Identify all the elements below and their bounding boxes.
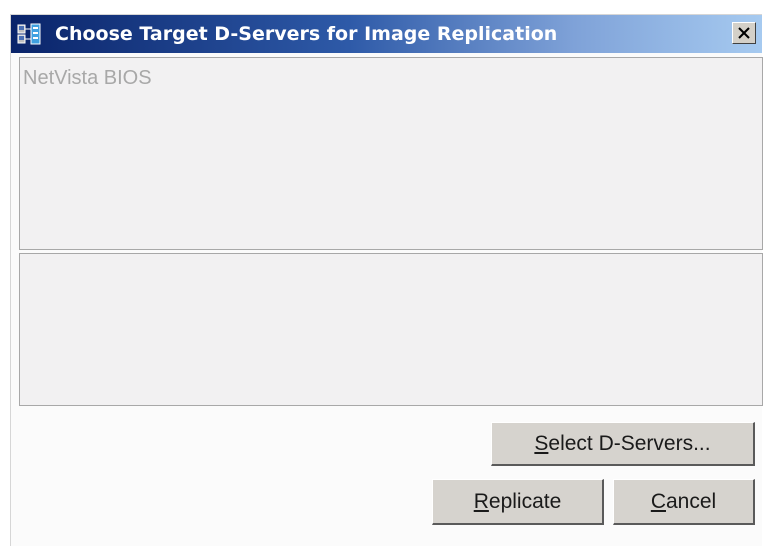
close-icon	[738, 27, 750, 39]
button-label: eplicate	[488, 489, 562, 513]
button-label: ancel	[665, 489, 717, 513]
window-title: Choose Target D-Servers for Image Replic…	[55, 23, 558, 45]
mnemonic-letter: C	[650, 489, 666, 513]
network-servers-icon	[17, 23, 47, 45]
list-item[interactable]: NetVista BIOS	[23, 66, 152, 90]
image-list-panel[interactable]: NetVista BIOS	[19, 57, 763, 250]
target-servers-panel[interactable]	[19, 253, 763, 406]
cancel-button[interactable]: Cancel	[613, 479, 755, 525]
replicate-button[interactable]: Replicate	[432, 479, 604, 525]
select-d-servers-button[interactable]: Select D-Servers...	[491, 422, 755, 466]
mnemonic-letter: R	[473, 489, 489, 513]
mnemonic-letter: S	[534, 431, 549, 455]
button-label: elect D-Servers...	[548, 431, 711, 455]
close-button[interactable]	[732, 22, 756, 44]
replication-dialog: Choose Target D-Servers for Image Replic…	[10, 14, 763, 546]
title-bar[interactable]: Choose Target D-Servers for Image Replic…	[11, 15, 762, 53]
